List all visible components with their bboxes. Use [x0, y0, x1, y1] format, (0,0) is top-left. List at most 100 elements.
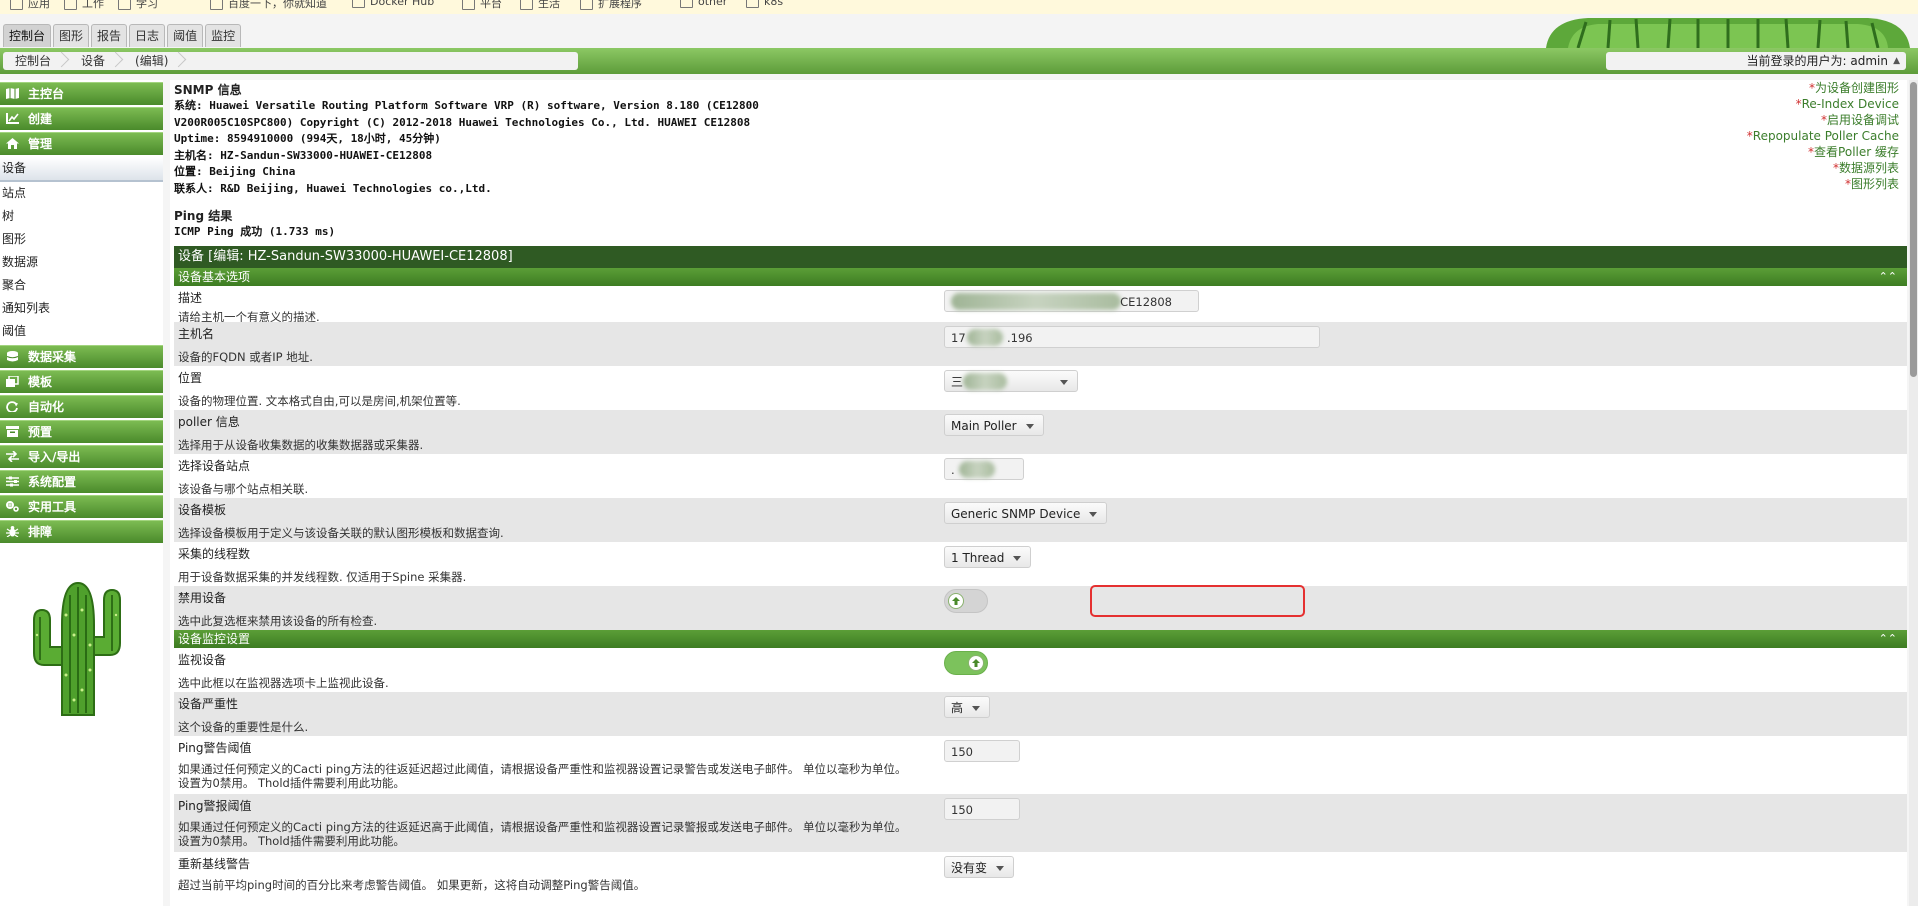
templates-icon [6, 376, 19, 387]
disable-device-toggle[interactable] [944, 589, 988, 613]
tab-logs[interactable]: 日志 [129, 24, 166, 47]
vertical-scrollbar[interactable] [1909, 80, 1918, 906]
bookmark-work[interactable]: 工作 [64, 0, 104, 11]
tab-thresholds[interactable]: 阈值 [167, 24, 204, 47]
sidebar-item-utilities[interactable]: 实用工具 [0, 495, 163, 518]
redaction-blur [967, 329, 1003, 346]
bookmark-extensions[interactable]: 扩展程序 [580, 0, 642, 11]
criticality-select[interactable]: 高 [944, 696, 991, 718]
main-content: SNMP 信息 系统: Huawei Versatile Routing Pla… [170, 80, 1907, 906]
sidebar-item-graphs[interactable]: 图形 [0, 228, 163, 251]
action-data-source-list[interactable]: *数据源列表 [1747, 160, 1899, 176]
hostname-input[interactable]: 17 .196 [944, 326, 1320, 348]
field-criticality: 设备严重性 这个设备的重要性是什么. 高 [174, 692, 1907, 736]
collapse-icon[interactable]: ⌃⌃ [1879, 630, 1897, 648]
action-reindex-device[interactable]: *Re-Index Device [1747, 96, 1899, 112]
bookmark-study[interactable]: 学习 [118, 0, 158, 11]
poller-select[interactable]: Main Poller [944, 414, 1044, 436]
snmp-system-line-2: V200R005C10SPC800) Copyright (C) 2012-20… [174, 115, 751, 129]
sidebar-item-data-sources[interactable]: 数据源 [0, 251, 163, 274]
cactus-banner-graphic [1538, 14, 1918, 48]
field-label: 采集的线程数 [178, 547, 251, 561]
presets-icon [6, 426, 19, 437]
arrow-up-icon [952, 597, 960, 605]
action-graph-list[interactable]: *图形列表 [1747, 176, 1899, 192]
rebase-warning-select[interactable]: 没有变 [944, 856, 1015, 878]
field-poller: poller 信息 选择用于从设备收集数据的收集数据器或采集器. Main Po… [174, 410, 1907, 454]
logged-in-user-label: 当前登录的用户为: admin [1746, 54, 1888, 68]
action-enable-debug[interactable]: *启用设备调试 [1747, 112, 1899, 128]
snmp-info-block: SNMP 信息 系统: Huawei Versatile Routing Pla… [174, 80, 1174, 241]
sidebar-item-manage[interactable]: 管理 [0, 132, 163, 155]
bookmark-k8s[interactable]: k8s [746, 0, 783, 8]
chart-icon [6, 113, 19, 124]
sidebar-item-automation[interactable]: 自动化 [0, 395, 163, 418]
sidebar-item-devices[interactable]: 设备 [0, 157, 163, 182]
sidebar-item-data-collection[interactable]: 数据采集 [0, 345, 163, 368]
toggle-knob [948, 593, 964, 609]
tab-graphs[interactable]: 图形 [53, 24, 90, 47]
section-monitor-settings[interactable]: 设备监控设置 ⌃⌃ [174, 630, 1907, 648]
bookmark-other[interactable]: other [680, 0, 727, 8]
field-help: 超过当前平均ping时间的百分比来考虑警告阈值。 如果更新，这将自动调整Ping… [178, 878, 646, 892]
bookmark-apps[interactable]: 应用 [10, 0, 50, 11]
description-input[interactable]: CE12808 [944, 290, 1199, 312]
snmp-contact: 联系人: R&D Beijing, Huawei Technologies co… [174, 181, 492, 195]
sidebar-item-main-console[interactable]: 主控台 [0, 82, 163, 105]
sidebar-item-sites[interactable]: 站点 [0, 182, 163, 205]
action-view-poller-cache[interactable]: *查看Poller 缓存 [1747, 144, 1899, 160]
tab-reports[interactable]: 报告 [91, 24, 128, 47]
ping-alert-input[interactable]: 150 [944, 798, 1020, 820]
bookmark-baidu[interactable]: 百度一下，你就知道 [210, 0, 327, 11]
tab-console[interactable]: 控制台 [3, 24, 52, 47]
bookmark-docker-hub[interactable]: Docker Hub [352, 0, 434, 8]
field-help: 用于设备数据采集的并发线程数. 仅适用于Spine 采集器. [178, 570, 467, 584]
field-ping-warning-threshold: Ping警告阈值 如果通过任何预定义的Cacti ping方法的往返延迟超过此阈… [174, 736, 1907, 794]
snmp-system-line-1: 系统: Huawei Versatile Routing Platform So… [174, 99, 759, 112]
automation-icon [6, 401, 18, 412]
sidebar-item-create[interactable]: 创建 [0, 107, 163, 130]
breadcrumb-devices[interactable]: 设备 [69, 52, 123, 70]
sidebar-item-thresholds[interactable]: 阈值 [0, 320, 163, 343]
field-label: Ping警告阈值 [178, 741, 252, 755]
import-export-icon [6, 451, 19, 462]
sidebar-label: 模板 [28, 375, 53, 389]
threads-select[interactable]: 1 Thread [944, 546, 1032, 568]
redaction-blur [951, 293, 1121, 310]
field-rebase-warning: 重新基线警告 超过当前平均ping时间的百分比来考虑警告阈值。 如果更新，这将自… [174, 852, 1907, 906]
field-help: 选择用于从设备收集数据的收集数据器或采集器. [178, 438, 424, 452]
site-select[interactable]: . [944, 458, 1024, 480]
field-location: 位置 设备的物理位置. 文本格式自由,可以是房间,机架位置等. 三 [174, 366, 1907, 410]
highlight-annotation-box [1090, 585, 1305, 617]
sidebar-item-notification-lists[interactable]: 通知列表 [0, 297, 163, 320]
database-icon [6, 351, 19, 362]
ping-warning-input[interactable]: 150 [944, 740, 1020, 762]
sidebar-item-trees[interactable]: 树 [0, 205, 163, 228]
sidebar-item-troubleshooting[interactable]: 排障 [0, 520, 163, 543]
troubleshoot-icon [6, 526, 19, 537]
tab-monitor[interactable]: 监控 [205, 24, 242, 47]
sidebar-item-configuration[interactable]: 系统配置 [0, 470, 163, 493]
breadcrumb-console[interactable]: 控制台 [3, 52, 69, 70]
device-template-select[interactable]: Generic SNMP Device [944, 502, 1108, 524]
user-menu[interactable]: 当前登录的用户为: admin ▲ [1606, 52, 1906, 70]
sidebar-item-aggregates[interactable]: 聚合 [0, 274, 163, 297]
bookmark-life[interactable]: 生活 [520, 0, 560, 11]
sidebar-item-templates[interactable]: 模板 [0, 370, 163, 393]
action-repopulate-poller-cache[interactable]: *Repopulate Poller Cache [1747, 128, 1899, 144]
sidebar-item-presets[interactable]: 预置 [0, 420, 163, 443]
location-select[interactable]: 三 [944, 370, 1078, 392]
field-label: 位置 [178, 371, 203, 385]
monitor-device-toggle[interactable] [944, 651, 988, 675]
sidebar-label: 创建 [28, 112, 53, 126]
sidebar-item-import-export[interactable]: 导入/导出 [0, 445, 163, 468]
section-title: 设备监控设置 [178, 632, 251, 646]
field-help: 设备的FQDN 或者IP 地址. [178, 350, 313, 364]
home-icon [6, 138, 19, 149]
section-basic-options[interactable]: 设备基本选项 ⌃⌃ [174, 268, 1907, 286]
action-create-graphs[interactable]: *为设备创建图形 [1747, 80, 1899, 96]
scrollbar-thumb[interactable] [1910, 82, 1917, 377]
bookmark-platform[interactable]: 平台 [462, 0, 502, 11]
field-label: 设备模板 [178, 503, 227, 517]
collapse-icon[interactable]: ⌃⌃ [1879, 268, 1897, 286]
